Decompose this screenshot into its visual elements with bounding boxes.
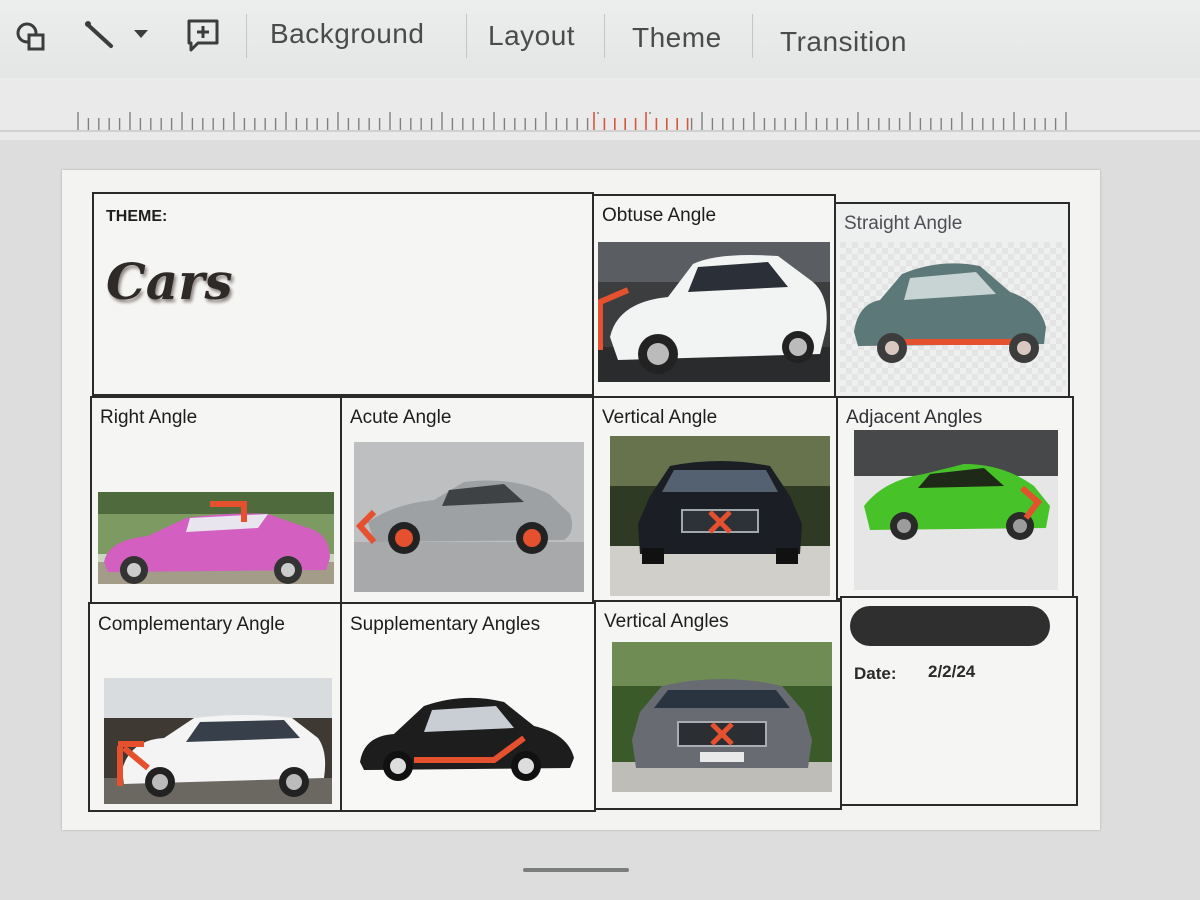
white-wagon-image — [104, 678, 332, 804]
ruler-divider — [0, 130, 1200, 132]
toolbar-divider — [604, 14, 605, 58]
toolbar: Background Layout Theme Transition — [0, 0, 1200, 78]
theme-label: THEME: — [106, 208, 168, 225]
line-icon[interactable] — [80, 14, 120, 56]
right-angle-cell[interactable]: Right Angle — [90, 396, 342, 604]
redacted-name — [850, 606, 1050, 646]
background-button[interactable]: Background — [270, 14, 424, 54]
straight-angle-cell[interactable]: Straight Angle — [834, 202, 1070, 398]
cell-title: Supplementary Angles — [350, 614, 541, 635]
theme-title: Cars — [106, 252, 233, 311]
vertical-angles-cell[interactable]: Vertical Angles — [594, 600, 842, 810]
cell-title: Straight Angle — [844, 213, 963, 234]
pink-convertible-image — [98, 492, 334, 584]
black-beetle-image — [354, 684, 584, 794]
vertical-angle-cell[interactable]: Vertical Angle — [592, 396, 838, 604]
slide[interactable]: THEME: Cars Obtuse Angle Straight Angle — [62, 170, 1100, 830]
cell-title: Right Angle — [100, 407, 198, 428]
add-comment-icon[interactable] — [180, 12, 226, 58]
toolbar-divider — [466, 14, 467, 58]
shapes-icon[interactable] — [10, 16, 52, 58]
date-label: Date: — [854, 664, 897, 683]
acute-angle-cell[interactable]: Acute Angle — [340, 396, 594, 604]
transition-button[interactable]: Transition — [780, 22, 907, 62]
date-value: 2/2/24 — [928, 662, 976, 681]
toolbar-divider — [246, 14, 247, 58]
layout-button[interactable]: Layout — [488, 16, 575, 56]
name-date-cell[interactable]: Date: 2/2/24 — [840, 596, 1078, 806]
black-sedan-image — [610, 436, 830, 596]
complementary-angle-cell[interactable]: Complementary Angle — [88, 602, 342, 812]
cell-title: Obtuse Angle — [602, 205, 717, 226]
supplementary-angles-cell[interactable]: Supplementary Angles — [340, 602, 596, 812]
vintage-car-image — [840, 242, 1066, 392]
cell-title: Acute Angle — [350, 407, 452, 428]
theme-button[interactable]: Theme — [632, 18, 722, 58]
grey-mercedes-image — [612, 642, 832, 792]
adjacent-angles-cell[interactable]: Adjacent Angles — [836, 396, 1074, 600]
cell-title: Adjacent Angles — [846, 407, 983, 428]
silver-supercar-image — [354, 442, 584, 592]
toolbar-divider — [752, 14, 753, 58]
obtuse-angle-cell[interactable]: Obtuse Angle — [592, 194, 836, 398]
green-lamborghini-image — [854, 430, 1058, 590]
slide-panel-resize-handle[interactable] — [523, 868, 629, 872]
chevron-down-icon[interactable] — [130, 26, 152, 42]
theme-cell[interactable]: THEME: Cars — [92, 192, 594, 396]
cell-title: Complementary Angle — [98, 614, 285, 635]
cell-title: Vertical Angle — [602, 407, 718, 428]
white-sedan-image — [598, 242, 830, 382]
cell-title: Vertical Angles — [604, 611, 729, 632]
